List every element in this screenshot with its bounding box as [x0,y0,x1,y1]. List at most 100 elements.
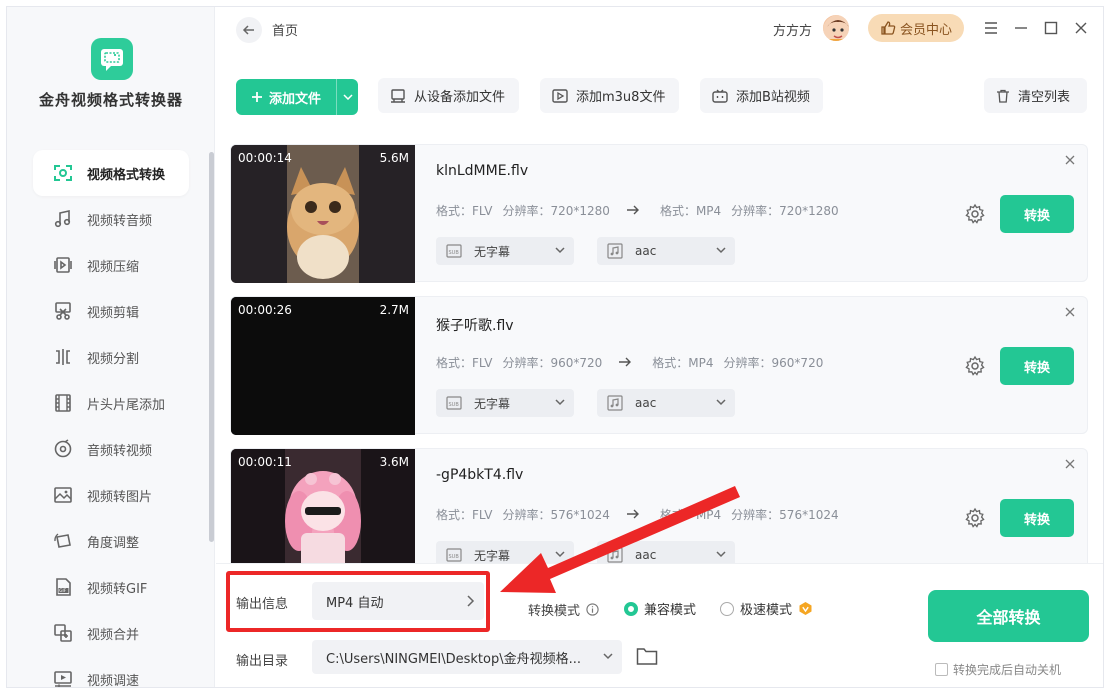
add-m3u8-label: 添加m3u8文件 [576,90,666,105]
subtitle-icon: SUB [446,396,462,410]
clear-list-button[interactable]: 清空列表 [984,78,1087,113]
target-format: 格式：MP4 [652,356,714,370]
sidebar-item-label: 视频转图片 [87,489,153,505]
user-name[interactable]: 方方方 [773,20,812,39]
checkbox-icon [935,663,948,676]
source-format: 格式：FLV [436,508,493,522]
file-list: 00:00:14 5.6M klnLdMME.flv 格式：FLV 分辨率：72… [230,144,1090,567]
remove-file-icon[interactable] [1063,457,1077,471]
output-dir-label: 输出目录 [236,654,289,669]
sidebar-item-compress[interactable]: 视频压缩 [33,242,189,288]
breadcrumb[interactable]: 首页 [272,20,298,39]
source-resolution: 分辨率：960*720 [502,356,603,370]
sidebar-item-video-to-gif[interactable]: GIF 视频转GIF [33,564,189,610]
menu-button[interactable] [980,17,1002,39]
sidebar-item-speed[interactable]: 视频调速 [33,656,189,688]
format-convert-icon [51,161,75,185]
subtitle-select[interactable]: SUB 无字幕 [436,389,574,417]
sidebar-item-rotate[interactable]: 角度调整 [33,518,189,564]
output-dir-select[interactable]: C:\Users\NINGMEI\Desktop\金舟视频格... [312,640,622,674]
convert-button[interactable]: 转换 [1000,195,1074,233]
minimize-button[interactable] [1010,17,1032,39]
chevron-down-icon [342,94,353,100]
svg-text:SUB: SUB [449,250,460,256]
mode-compatible-label: 兼容模式 [644,603,697,618]
target-format: 格式：MP4 [659,204,722,218]
add-m3u8-button[interactable]: 添加m3u8文件 [540,78,679,113]
gif-icon: GIF [51,575,75,599]
folder-icon[interactable] [636,646,658,666]
file-card: 00:00:26 2.7M 猴子听歌.flv 格式：FLV 分辨率：960*72… [230,296,1088,435]
remove-file-icon[interactable] [1063,305,1077,319]
remove-file-icon[interactable] [1063,153,1077,167]
add-from-device-button[interactable]: 从设备添加文件 [378,78,519,113]
add-file-dropdown[interactable] [336,79,358,115]
audio-select[interactable]: aac [597,389,735,417]
sidebar-item-label: 视频剪辑 [87,305,140,321]
mode-compatible-radio[interactable]: 兼容模式 [624,599,696,618]
audio-select[interactable]: aac [597,237,735,265]
radio-unselected-icon [720,601,734,616]
sidebar-item-label: 视频格式转换 [87,167,166,183]
settings-gear-icon[interactable] [964,203,986,225]
sidebar-scrollbar[interactable] [209,152,214,542]
sidebar-item-merge[interactable]: 视频合并 [33,610,189,656]
settings-gear-icon[interactable] [964,355,986,377]
svg-text:SUB: SUB [449,402,460,408]
compress-icon [51,253,75,277]
video-thumbnail[interactable]: 00:00:14 5.6M [231,145,415,283]
info-icon[interactable] [586,603,599,616]
video-thumbnail[interactable]: 00:00:11 3.6M [231,449,415,567]
chevron-down-icon [603,653,613,660]
vip-center-button[interactable]: 会员中心 [868,14,964,42]
add-bilibili-button[interactable]: 添加B站视频 [700,78,823,113]
speed-icon [51,667,75,687]
sidebar-item-split[interactable]: 视频分割 [33,334,189,380]
target-resolution: 分辨率：720*1280 [731,204,839,218]
sidebar-item-label: 片头片尾添加 [87,397,166,413]
chevron-down-icon [555,247,565,254]
conversion-mode-label: 转换模式 [528,600,599,619]
target-resolution: 分辨率：960*720 [723,356,824,370]
scissors-icon [51,299,75,323]
subtitle-value: 无字幕 [474,244,511,259]
convert-all-button[interactable]: 全部转换 [928,590,1089,642]
hamburger-icon [985,22,997,34]
subtitle-select[interactable]: SUB 无字幕 [436,237,574,265]
sidebar-item-video-to-audio[interactable]: 视频转音频 [33,196,189,242]
sidebar-item-edit[interactable]: 视频剪辑 [33,288,189,334]
music-note-icon [51,207,75,231]
add-file-button[interactable]: 添加文件 [236,79,358,115]
arrow-right-icon [626,508,640,522]
convert-button[interactable]: 转换 [1000,499,1074,537]
sidebar-item-label: 视频调速 [87,673,140,688]
mode-fast-radio[interactable]: 极速模式 [720,599,813,618]
radio-selected-icon [624,601,638,616]
sidebar-item-label: 视频转音频 [87,213,153,229]
video-size: 5.6M [379,151,409,165]
rotate-icon [51,529,75,553]
split-icon [51,345,75,369]
clear-list-label: 清空列表 [1018,90,1071,105]
avatar[interactable] [821,13,851,43]
sidebar-item-audio-to-video[interactable]: 音频转视频 [33,426,189,472]
sidebar-item-intro-outro[interactable]: 片头片尾添加 [33,380,189,426]
video-thumbnail[interactable]: 00:00:26 2.7M [231,297,415,435]
sidebar-item-video-to-image[interactable]: 视频转图片 [33,472,189,518]
app-logo-icon [91,38,133,80]
file-name: klnLdMME.flv [436,163,529,179]
sidebar-item-format-convert[interactable]: 视频格式转换 [33,150,189,196]
close-window-button[interactable] [1070,17,1092,39]
convert-button[interactable]: 转换 [1000,347,1074,385]
maximize-button[interactable] [1040,17,1062,39]
video-play-icon [552,88,568,103]
back-button[interactable] [236,17,262,43]
video-duration: 00:00:11 [238,455,292,469]
sidebar-item-label: 角度调整 [87,535,140,551]
sidebar: 金舟视频格式转换器 视频格式转换 视频转音频 视频压缩 视频剪辑 视频分割 片头… [7,7,215,688]
arrow-left-icon [242,25,254,35]
settings-gear-icon[interactable] [964,507,986,529]
auto-shutdown-checkbox[interactable]: 转换完成后自动关机 [935,661,1061,678]
svg-text:SUB: SUB [449,554,460,560]
chevron-down-icon [555,399,565,406]
